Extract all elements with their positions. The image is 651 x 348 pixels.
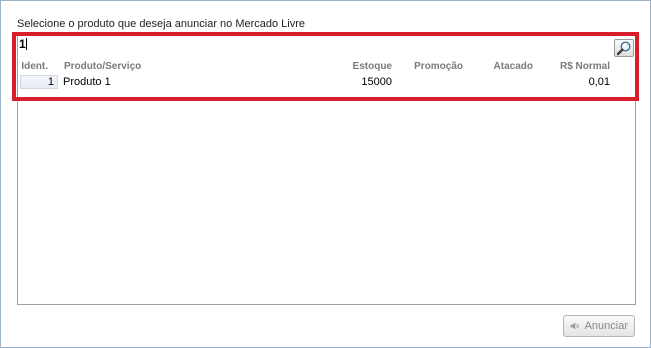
row-estoque: 15000	[361, 76, 392, 88]
column-header-promocao: Promoção	[414, 61, 463, 72]
product-search-input[interactable]	[18, 37, 610, 51]
column-header-ident: Ident.	[21, 61, 48, 72]
announce-button-label: Anunciar	[584, 320, 628, 332]
search-button[interactable]	[614, 39, 634, 57]
column-header-estoque: Estoque	[352, 61, 392, 72]
announce-button[interactable]: Anunciar	[563, 315, 635, 337]
column-header-atacado: Atacado	[493, 61, 533, 72]
instruction-label: Selecione o produto que deseja anunciar …	[17, 18, 306, 30]
row-produto: Produto 1	[63, 76, 111, 88]
row-rs-normal: 0,01	[588, 76, 610, 88]
row-ident: 1	[20, 75, 58, 89]
speaker-icon	[570, 322, 579, 330]
text-caret	[26, 38, 27, 50]
column-header-produto: Produto/Serviço	[64, 61, 142, 72]
column-header-rs-normal: R$ Normal	[559, 61, 610, 72]
magnifier-icon	[616, 41, 631, 56]
